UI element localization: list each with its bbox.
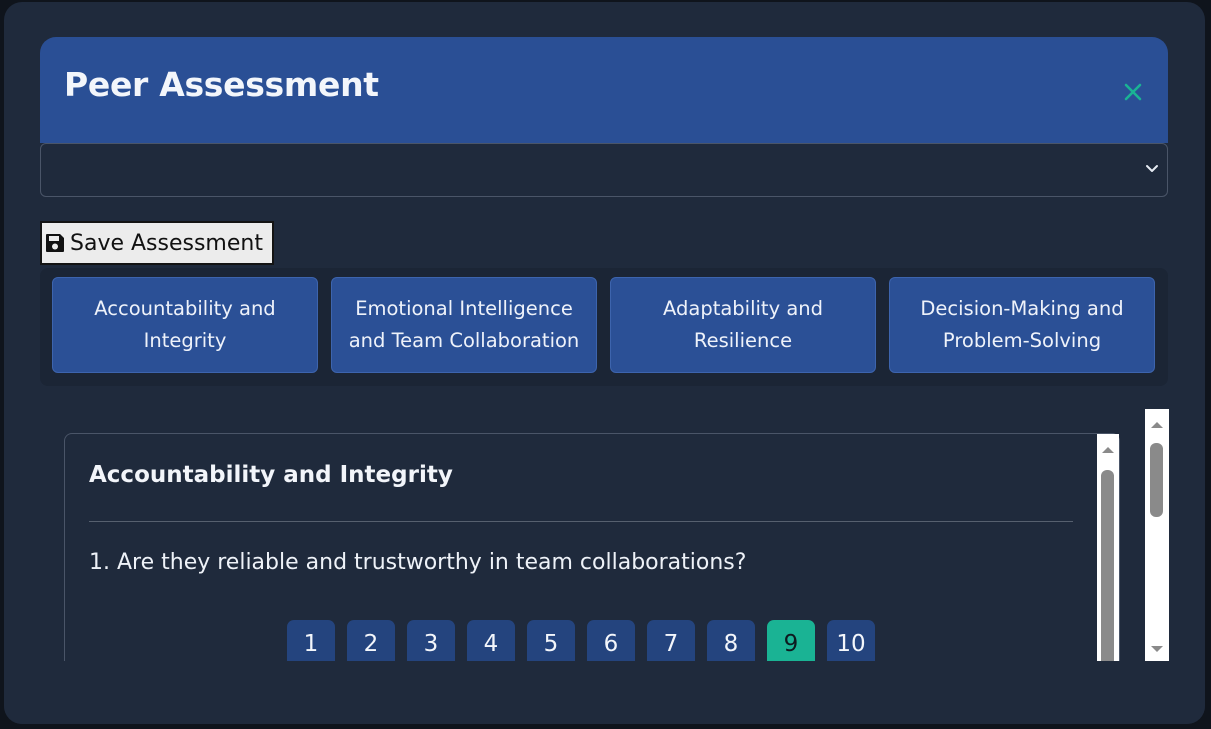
tab-decision-making[interactable]: Decision-Making and Problem-Solving bbox=[889, 277, 1155, 373]
scroll-up-icon bbox=[1151, 422, 1163, 428]
section-title: Accountability and Integrity bbox=[89, 462, 453, 488]
close-button[interactable] bbox=[1118, 77, 1148, 107]
tab-emotional-intelligence[interactable]: Emotional Intelligence and Team Collabor… bbox=[331, 277, 597, 373]
scroll-up-icon bbox=[1102, 447, 1114, 453]
tab-adaptability[interactable]: Adaptability and Resilience bbox=[610, 277, 876, 373]
outer-scrollbar[interactable] bbox=[1145, 409, 1169, 665]
scroll-down-icon bbox=[1151, 646, 1163, 652]
question-text: 1. Are they reliable and trustworthy in … bbox=[89, 550, 747, 575]
peer-assessment-modal: Peer Assessment Save Assessment Accounta… bbox=[4, 2, 1205, 724]
question-card: Accountability and Integrity 1. Are they… bbox=[64, 433, 1120, 673]
category-tabs: Accountability and Integrity Emotional I… bbox=[40, 268, 1168, 386]
modal-footer bbox=[4, 661, 1205, 724]
floppy-disk-icon bbox=[46, 234, 64, 252]
modal-title: Peer Assessment bbox=[64, 65, 379, 104]
save-assessment-button[interactable]: Save Assessment bbox=[40, 221, 274, 265]
save-assessment-label: Save Assessment bbox=[70, 230, 263, 256]
modal-header: Peer Assessment bbox=[40, 37, 1168, 143]
chevron-down-icon bbox=[1146, 165, 1158, 172]
peer-select[interactable] bbox=[40, 143, 1168, 197]
inner-scroll-thumb[interactable] bbox=[1101, 470, 1114, 670]
inner-scrollbar[interactable] bbox=[1097, 434, 1119, 670]
divider bbox=[89, 521, 1073, 522]
outer-scroll-thumb[interactable] bbox=[1150, 443, 1163, 517]
close-icon bbox=[1124, 83, 1142, 101]
tab-accountability[interactable]: Accountability and Integrity bbox=[52, 277, 318, 373]
